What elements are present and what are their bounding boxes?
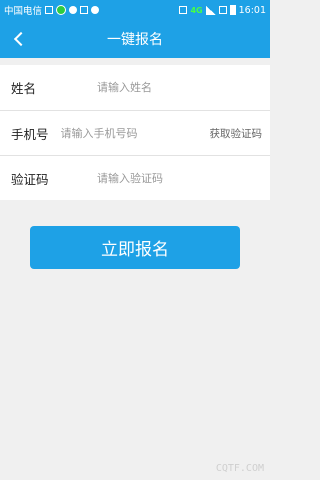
- get-code-button[interactable]: 获取验证码: [210, 126, 263, 141]
- title-bar: 一键报名: [0, 20, 270, 58]
- code-row: 验证码: [0, 155, 270, 200]
- status-bar: 中国电信 4G 16:01: [0, 0, 270, 20]
- notification-image-icon: [45, 6, 54, 14]
- battery-icon: [229, 5, 236, 15]
- network-type: 4G: [190, 5, 203, 15]
- signal-icon: [205, 5, 216, 15]
- location-icon: [69, 6, 78, 14]
- code-label: 验证码: [11, 171, 49, 187]
- phone-label: 手机号: [11, 126, 49, 142]
- back-button[interactable]: [4, 24, 34, 54]
- chevron-left-icon: [13, 31, 29, 47]
- app-notification-icon: [56, 5, 67, 15]
- phone-row: 手机号 获取验证码: [0, 110, 270, 155]
- phone-input[interactable]: [60, 126, 206, 140]
- name-row: 姓名: [0, 65, 270, 110]
- submit-button[interactable]: 立即报名: [30, 226, 240, 269]
- page-title: 一键报名: [107, 32, 163, 48]
- message-icon: [80, 6, 89, 14]
- nfc-icon: [179, 6, 188, 14]
- name-label: 姓名: [11, 81, 37, 96]
- carrier-name: 中国电信: [4, 6, 43, 17]
- watermark: CQTF.COM: [215, 463, 264, 474]
- code-input[interactable]: [97, 171, 262, 185]
- clock: 16:01: [238, 4, 266, 16]
- sim-icon: [218, 6, 227, 14]
- signup-form: 姓名 手机号 获取验证码 验证码: [0, 65, 270, 200]
- name-input[interactable]: [97, 81, 262, 94]
- security-icon: [91, 6, 100, 14]
